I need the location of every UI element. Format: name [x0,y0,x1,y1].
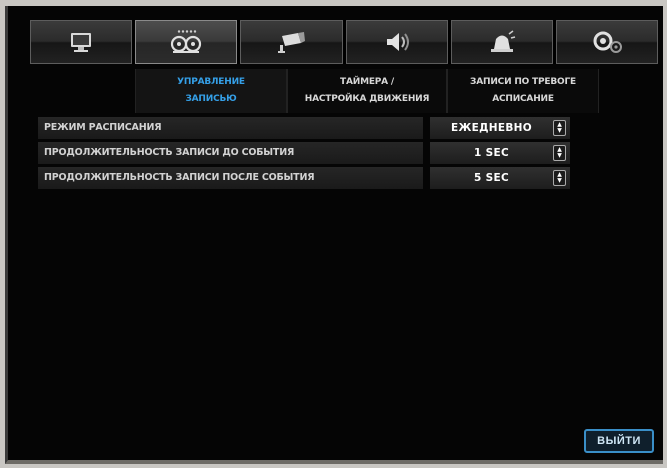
spinner-arrows-icon[interactable]: ▲ ▼ [553,145,566,161]
tab-camera[interactable] [240,20,343,64]
subtab-label-line2: АСПИСАНИЕ [492,94,554,104]
setting-value: 1 SEC [474,147,509,159]
recording-icon [171,30,202,53]
post-event-duration-select[interactable]: 5 SEC ▲ ▼ [430,167,570,189]
setting-value: 5 SEC [474,172,509,184]
subtab-recording-management[interactable]: УПРАВЛЕНИЕ ЗАПИСЬЮ [135,69,287,113]
subtab-label-line1: УПРАВЛЕНИЕ [177,77,245,87]
setting-label: РЕЖИМ РАСПИСАНИЯ [38,117,423,139]
setting-row-post-event: ПРОДОЛЖИТЕЛЬНОСТЬ ЗАПИСИ ПОСЛЕ СОБЫТИЯ 5… [38,167,586,189]
subtab-label-line2: НАСТРОЙКА ДВИЖЕНИЯ [304,94,430,104]
subtab-label-line1: ЗАПИСИ ПО ТРЕВОГЕ [470,77,576,87]
dvr-menu-screen: УПРАВЛЕНИЕ ЗАПИСЬЮ ТАЙМЕРА / НАСТРОЙКА Д… [5,6,663,464]
recording-sub-tabs: УПРАВЛЕНИЕ ЗАПИСЬЮ ТАЙМЕРА / НАСТРОЙКА Д… [135,69,599,113]
setting-row-schedule-mode: РЕЖИМ РАСПИСАНИЯ ЕЖЕДНЕВНО ▲ ▼ [38,117,586,139]
tab-alarm[interactable] [450,20,553,64]
schedule-mode-select[interactable]: ЕЖЕДНЕВНО ▲ ▼ [430,117,570,139]
camera-icon [278,32,306,53]
pre-event-duration-select[interactable]: 1 SEC ▲ ▼ [430,142,570,164]
tab-system-settings[interactable] [555,20,659,64]
setting-value: ЕЖЕДНЕВНО [451,122,532,134]
recording-settings-list: РЕЖИМ РАСПИСАНИЯ ЕЖЕДНЕВНО ▲ ▼ ПРОДОЛЖИТЕ… [38,117,586,192]
subtab-alarm-schedule[interactable]: ЗАПИСИ ПО ТРЕВОГЕ АСПИСАНИЕ [447,69,599,113]
alarm-icon [490,30,515,52]
setting-label: ПРОДОЛЖИТЕЛЬНОСТЬ ЗАПИСИ ПОСЛЕ СОБЫТИЯ [38,167,423,189]
tab-display[interactable] [30,20,133,64]
exit-button[interactable]: ВЫЙТИ [584,429,654,453]
tab-audio[interactable] [345,20,448,64]
tab-recording[interactable] [135,20,238,64]
subtab-label-line1: ТАЙМЕРА / [340,77,394,87]
spinner-arrows-icon[interactable]: ▲ ▼ [553,170,566,186]
speaker-icon [386,33,409,51]
setting-label: ПРОДОЛЖИТЕЛЬНОСТЬ ЗАПИСИ ДО СОБЫТИЯ [38,142,423,164]
subtab-label-line2: ЗАПИСЬЮ [185,94,237,104]
setting-row-pre-event: ПРОДОЛЖИТЕЛЬНОСТЬ ЗАПИСИ ДО СОБЫТИЯ 1 SE… [38,142,586,164]
main-menu-tabs [30,20,659,64]
settings-icon [593,31,622,53]
monitor-icon [71,33,92,52]
subtab-timer-motion[interactable]: ТАЙМЕРА / НАСТРОЙКА ДВИЖЕНИЯ [287,69,447,113]
spinner-arrows-icon[interactable]: ▲ ▼ [553,120,566,136]
